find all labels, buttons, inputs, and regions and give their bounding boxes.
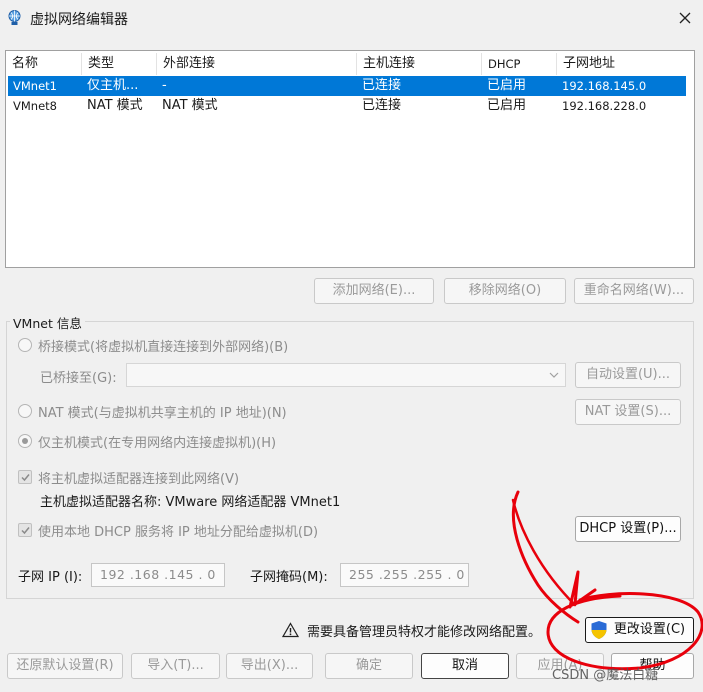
dhcp-checkbox[interactable] (18, 523, 32, 537)
bridged-to-label: 已桥接至(G): (40, 371, 117, 386)
subnet-ip-label: 子网 IP (I): (18, 570, 83, 585)
table-row[interactable]: VMnet8 NAT 模式 NAT 模式 已连接 已启用 192.168.228… (8, 96, 686, 116)
column-header-host[interactable]: 主机连接 (357, 53, 482, 75)
network-editor-icon (6, 9, 23, 26)
title-bar: 虚拟网络编辑器 (0, 0, 703, 36)
export-button[interactable]: 导出(X)... (226, 653, 313, 679)
cell-dhcp: 已启用 (487, 78, 527, 93)
cell-name: VMnet1 (13, 79, 57, 93)
cell-host: 已连接 (362, 98, 402, 113)
subnet-ip-field[interactable]: 192 .168 .145 . 0 (91, 563, 225, 587)
auto-settings-button[interactable]: 自动设置(U)... (575, 362, 681, 388)
remove-network-button[interactable]: 移除网络(O) (444, 278, 566, 304)
cell-subnet: 192.168.228.0 (562, 99, 647, 113)
import-button[interactable]: 导入(T)... (131, 653, 220, 679)
host-only-label: 仅主机模式(在专用网络内连接虚拟机)(H) (38, 436, 277, 451)
nat-mode-label: NAT 模式(与虚拟机共享主机的 IP 地址)(N) (38, 406, 287, 421)
column-header-external[interactable]: 外部连接 (157, 53, 357, 75)
network-list[interactable]: 名称 类型 外部连接 主机连接 DHCP 子网地址 VMnet1 仅主机... … (5, 50, 695, 268)
checkmark-icon (21, 474, 30, 482)
nat-settings-button[interactable]: NAT 设置(S)... (575, 399, 681, 425)
cell-dhcp: 已启用 (487, 98, 527, 113)
admin-notice: 需要具备管理员特权才能修改网络配置。 (307, 625, 542, 640)
connect-adapter-label: 将主机虚拟适配器连接到此网络(V) (38, 472, 240, 487)
close-icon (679, 12, 691, 24)
warning-icon (281, 622, 300, 642)
cell-subnet: 192.168.145.0 (562, 79, 647, 93)
connect-adapter-checkbox[interactable] (18, 470, 32, 484)
close-button[interactable] (672, 6, 698, 30)
subnet-mask-label: 子网掩码(M): (250, 570, 328, 585)
ok-button[interactable]: 确定 (325, 653, 413, 679)
nat-mode-radio[interactable] (18, 404, 32, 418)
adapter-name-text: 主机虚拟适配器名称: VMware 网络适配器 VMnet1 (40, 495, 341, 510)
column-header-type[interactable]: 类型 (82, 53, 157, 75)
shield-icon (590, 620, 608, 644)
window-title: 虚拟网络编辑器 (30, 12, 128, 28)
cell-name: VMnet8 (13, 99, 57, 113)
cell-type: 仅主机... (87, 78, 139, 93)
cell-host: 已连接 (362, 78, 402, 93)
checkmark-icon (21, 527, 30, 535)
bridge-mode-label: 桥接模式(将虚拟机直接连接到外部网络)(B) (38, 340, 289, 355)
vmnet-info-title: VMnet 信息 (10, 313, 85, 332)
column-header-name[interactable]: 名称 (6, 53, 82, 75)
table-row[interactable]: VMnet1 仅主机... - 已连接 已启用 192.168.145.0 (8, 76, 686, 96)
csdn-watermark: CSDN @魔法白糖 (552, 668, 659, 683)
bridge-mode-radio[interactable] (18, 338, 32, 352)
bridged-to-select[interactable] (126, 363, 566, 387)
host-only-radio[interactable] (18, 434, 32, 448)
column-header-dhcp[interactable]: DHCP (482, 53, 557, 75)
dhcp-label: 使用本地 DHCP 服务将 IP 地址分配给虚拟机(D) (38, 525, 319, 540)
cell-external: - (162, 78, 167, 93)
restore-defaults-button[interactable]: 还原默认设置(R) (7, 653, 123, 679)
column-header-subnet[interactable]: 子网地址 (557, 53, 694, 75)
add-network-button[interactable]: 添加网络(E)... (314, 278, 434, 304)
rename-network-button[interactable]: 重命名网络(W)... (574, 278, 694, 304)
cell-type: NAT 模式 (87, 98, 143, 113)
cancel-button[interactable]: 取消 (421, 653, 509, 679)
cell-external: NAT 模式 (162, 98, 218, 113)
chevron-down-icon (549, 372, 559, 378)
subnet-mask-field[interactable]: 255 .255 .255 . 0 (340, 563, 469, 587)
dhcp-settings-button[interactable]: DHCP 设置(P)... (575, 516, 681, 542)
